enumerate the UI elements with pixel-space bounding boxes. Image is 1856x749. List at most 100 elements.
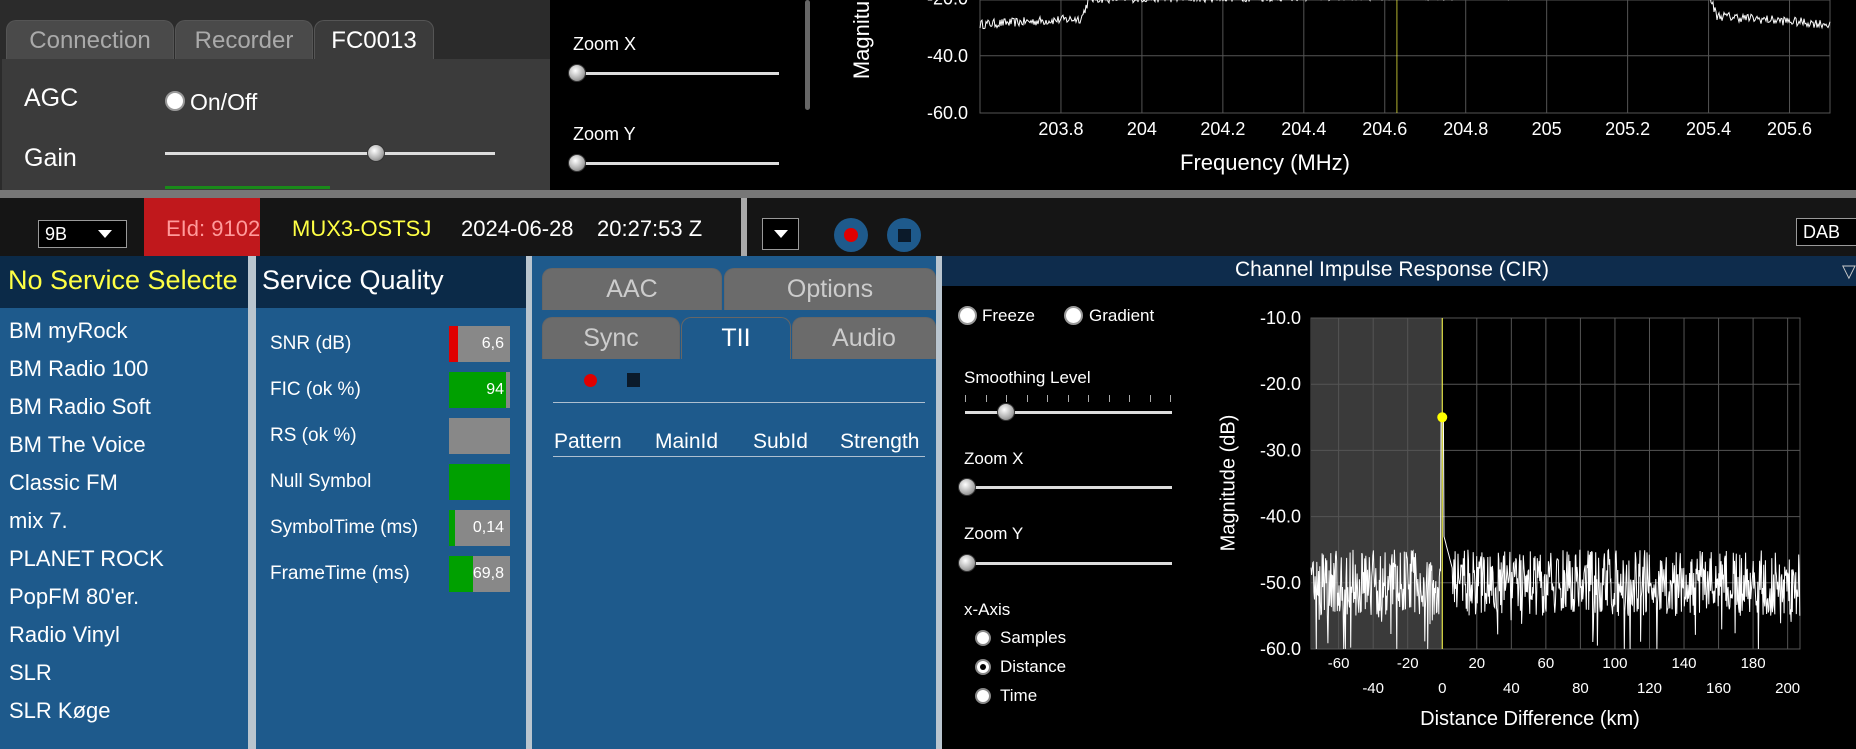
smoothing-slider-knob[interactable] <box>997 403 1016 421</box>
cir-zoom-x-slider-track[interactable] <box>965 486 1172 489</box>
tab-recorder[interactable]: Recorder <box>175 20 313 60</box>
quality-value: 0,14 <box>472 519 504 536</box>
x-tick-label: 180 <box>1741 655 1766 672</box>
date-text: 2024-06-28 <box>461 216 574 241</box>
x-tick-label: 203.8 <box>1038 119 1083 139</box>
cir-xlabel: Distance Difference (km) <box>1420 708 1640 730</box>
dropdown-button[interactable] <box>762 218 799 250</box>
divider[interactable] <box>248 256 256 749</box>
tab-options[interactable]: Options <box>724 268 936 310</box>
record-button[interactable] <box>834 218 868 252</box>
quality-bar-fill <box>449 326 459 362</box>
y-tick-label: -10.0 <box>1260 308 1301 328</box>
service-list-item[interactable]: BM Radio Soft <box>9 394 151 420</box>
quality-bar-fill <box>449 556 474 592</box>
agc-label: AGC <box>24 84 79 112</box>
mode-select[interactable]: DAB <box>1796 218 1856 246</box>
x-tick-label: 40 <box>1503 680 1520 697</box>
status-bar: 9B EId: 9102 MUX3-OSTSJ 2024-06-28 20:27… <box>0 190 1856 256</box>
record-icon <box>844 228 858 242</box>
zoom-y-slider-knob[interactable] <box>568 154 586 172</box>
stop-icon <box>897 228 911 242</box>
gradient-radio[interactable] <box>1064 306 1083 325</box>
column-header-subid[interactable]: SubId <box>753 430 808 454</box>
x-tick-label: 120 <box>1637 680 1662 697</box>
tii-record-icon[interactable] <box>584 374 597 387</box>
freeze-label: Freeze <box>982 306 1035 325</box>
cir-title: Channel Impulse Response (CIR) <box>1235 258 1549 281</box>
column-header-pattern[interactable]: Pattern <box>554 430 622 454</box>
xaxis-radio-samples[interactable] <box>975 630 991 646</box>
xaxis-radio-time[interactable] <box>975 688 991 704</box>
xaxis-radio-distance[interactable] <box>975 659 991 675</box>
tab-fc0013[interactable]: FC0013 <box>314 20 434 61</box>
y-tick-label: -50.0 <box>1260 573 1301 593</box>
x-tick-label: -60 <box>1328 655 1350 672</box>
cir-ylabel: Magnitude (dB) <box>1217 414 1240 552</box>
service-list-item[interactable]: BM myRock <box>9 318 128 344</box>
quality-value: 69,8 <box>472 565 504 582</box>
zoom-y-slider-track[interactable] <box>577 162 779 165</box>
service-list-item[interactable]: BM Radio 100 <box>9 356 148 382</box>
service-list-item[interactable]: SLR Køge <box>9 698 111 724</box>
y-tick-label: -40.0 <box>1260 507 1301 527</box>
quality-label: SymbolTime (ms) <box>270 517 419 538</box>
y-tick-label: -60.0 <box>1260 639 1301 659</box>
freeze-radio[interactable] <box>958 306 977 325</box>
x-tick-label: 204.6 <box>1362 119 1407 139</box>
x-tick-label: 140 <box>1672 655 1697 672</box>
cir-zoom-y-slider-knob[interactable] <box>958 554 976 572</box>
divider[interactable] <box>936 256 942 749</box>
column-header-strength[interactable]: Strength <box>840 430 919 454</box>
x-tick-label: 204 <box>1127 119 1157 139</box>
device-settings-panel: Connection Recorder FC0013 AGC On/Off Ga… <box>0 0 550 190</box>
quality-bar <box>449 418 510 454</box>
gain-label: Gain <box>24 144 77 172</box>
stop-button[interactable] <box>887 218 921 252</box>
service-list-item[interactable]: Radio Vinyl <box>9 622 120 648</box>
gradient-label: Gradient <box>1089 306 1155 325</box>
slider-tick <box>965 395 966 402</box>
column-header-mainid[interactable]: MainId <box>655 430 718 454</box>
tab-sync[interactable]: Sync <box>542 317 680 359</box>
x-tick-label: 205.6 <box>1767 119 1812 139</box>
divider <box>741 198 747 256</box>
smoothing-ticks <box>965 395 1171 403</box>
gain-slider-track[interactable] <box>165 152 495 155</box>
collapse-icon[interactable]: ▽ <box>1842 261 1856 282</box>
tab-connection[interactable]: Connection <box>6 20 174 60</box>
channel-select[interactable]: 9B <box>38 220 127 248</box>
cir-zoom-y-slider-track[interactable] <box>965 562 1172 565</box>
service-list-item[interactable]: mix 7. <box>9 508 68 534</box>
scrollbar[interactable] <box>805 0 810 110</box>
service-list-item[interactable]: Classic FM <box>9 470 118 496</box>
smoothing-slider-track[interactable] <box>965 411 1172 414</box>
quality-bar-fill <box>449 464 510 500</box>
cir-zoom-x-slider-knob[interactable] <box>958 478 976 496</box>
slider-tick <box>1047 395 1048 402</box>
service-list-item[interactable]: PopFM 80'er. <box>9 584 139 610</box>
service-list-item[interactable]: PLANET ROCK <box>9 546 164 572</box>
cir-zoom-x-label: Zoom X <box>964 449 1024 468</box>
smoothing-label: Smoothing Level <box>964 368 1091 387</box>
y-tick-label: -40.0 <box>927 46 968 66</box>
service-list-item[interactable]: BM The Voice <box>9 432 146 458</box>
x-tick-label: 0 <box>1438 680 1446 697</box>
tii-stop-icon[interactable] <box>627 373 640 387</box>
spectrum-ylabel: Magnitu <box>849 0 874 80</box>
x-tick-label: 205.4 <box>1686 119 1731 139</box>
service-list-item[interactable]: SLR <box>9 660 52 686</box>
quality-value: 6,6 <box>481 335 504 352</box>
spectrum-zoom-controls: Zoom X Zoom Y <box>550 0 815 190</box>
slider-tick <box>1006 395 1007 402</box>
agc-toggle-radio[interactable] <box>165 91 185 111</box>
zoom-y-label: Zoom Y <box>573 124 636 144</box>
zoom-x-slider-knob[interactable] <box>568 64 586 82</box>
xaxis-option-label: Time <box>1000 686 1038 705</box>
zoom-x-slider-track[interactable] <box>577 72 779 75</box>
tab-aac[interactable]: AAC <box>542 268 722 310</box>
tab-tii[interactable]: TII <box>681 317 791 359</box>
tab-audio[interactable]: Audio <box>792 317 936 359</box>
cir-zoom-y-label: Zoom Y <box>964 524 1024 543</box>
quality-bar <box>449 464 510 500</box>
